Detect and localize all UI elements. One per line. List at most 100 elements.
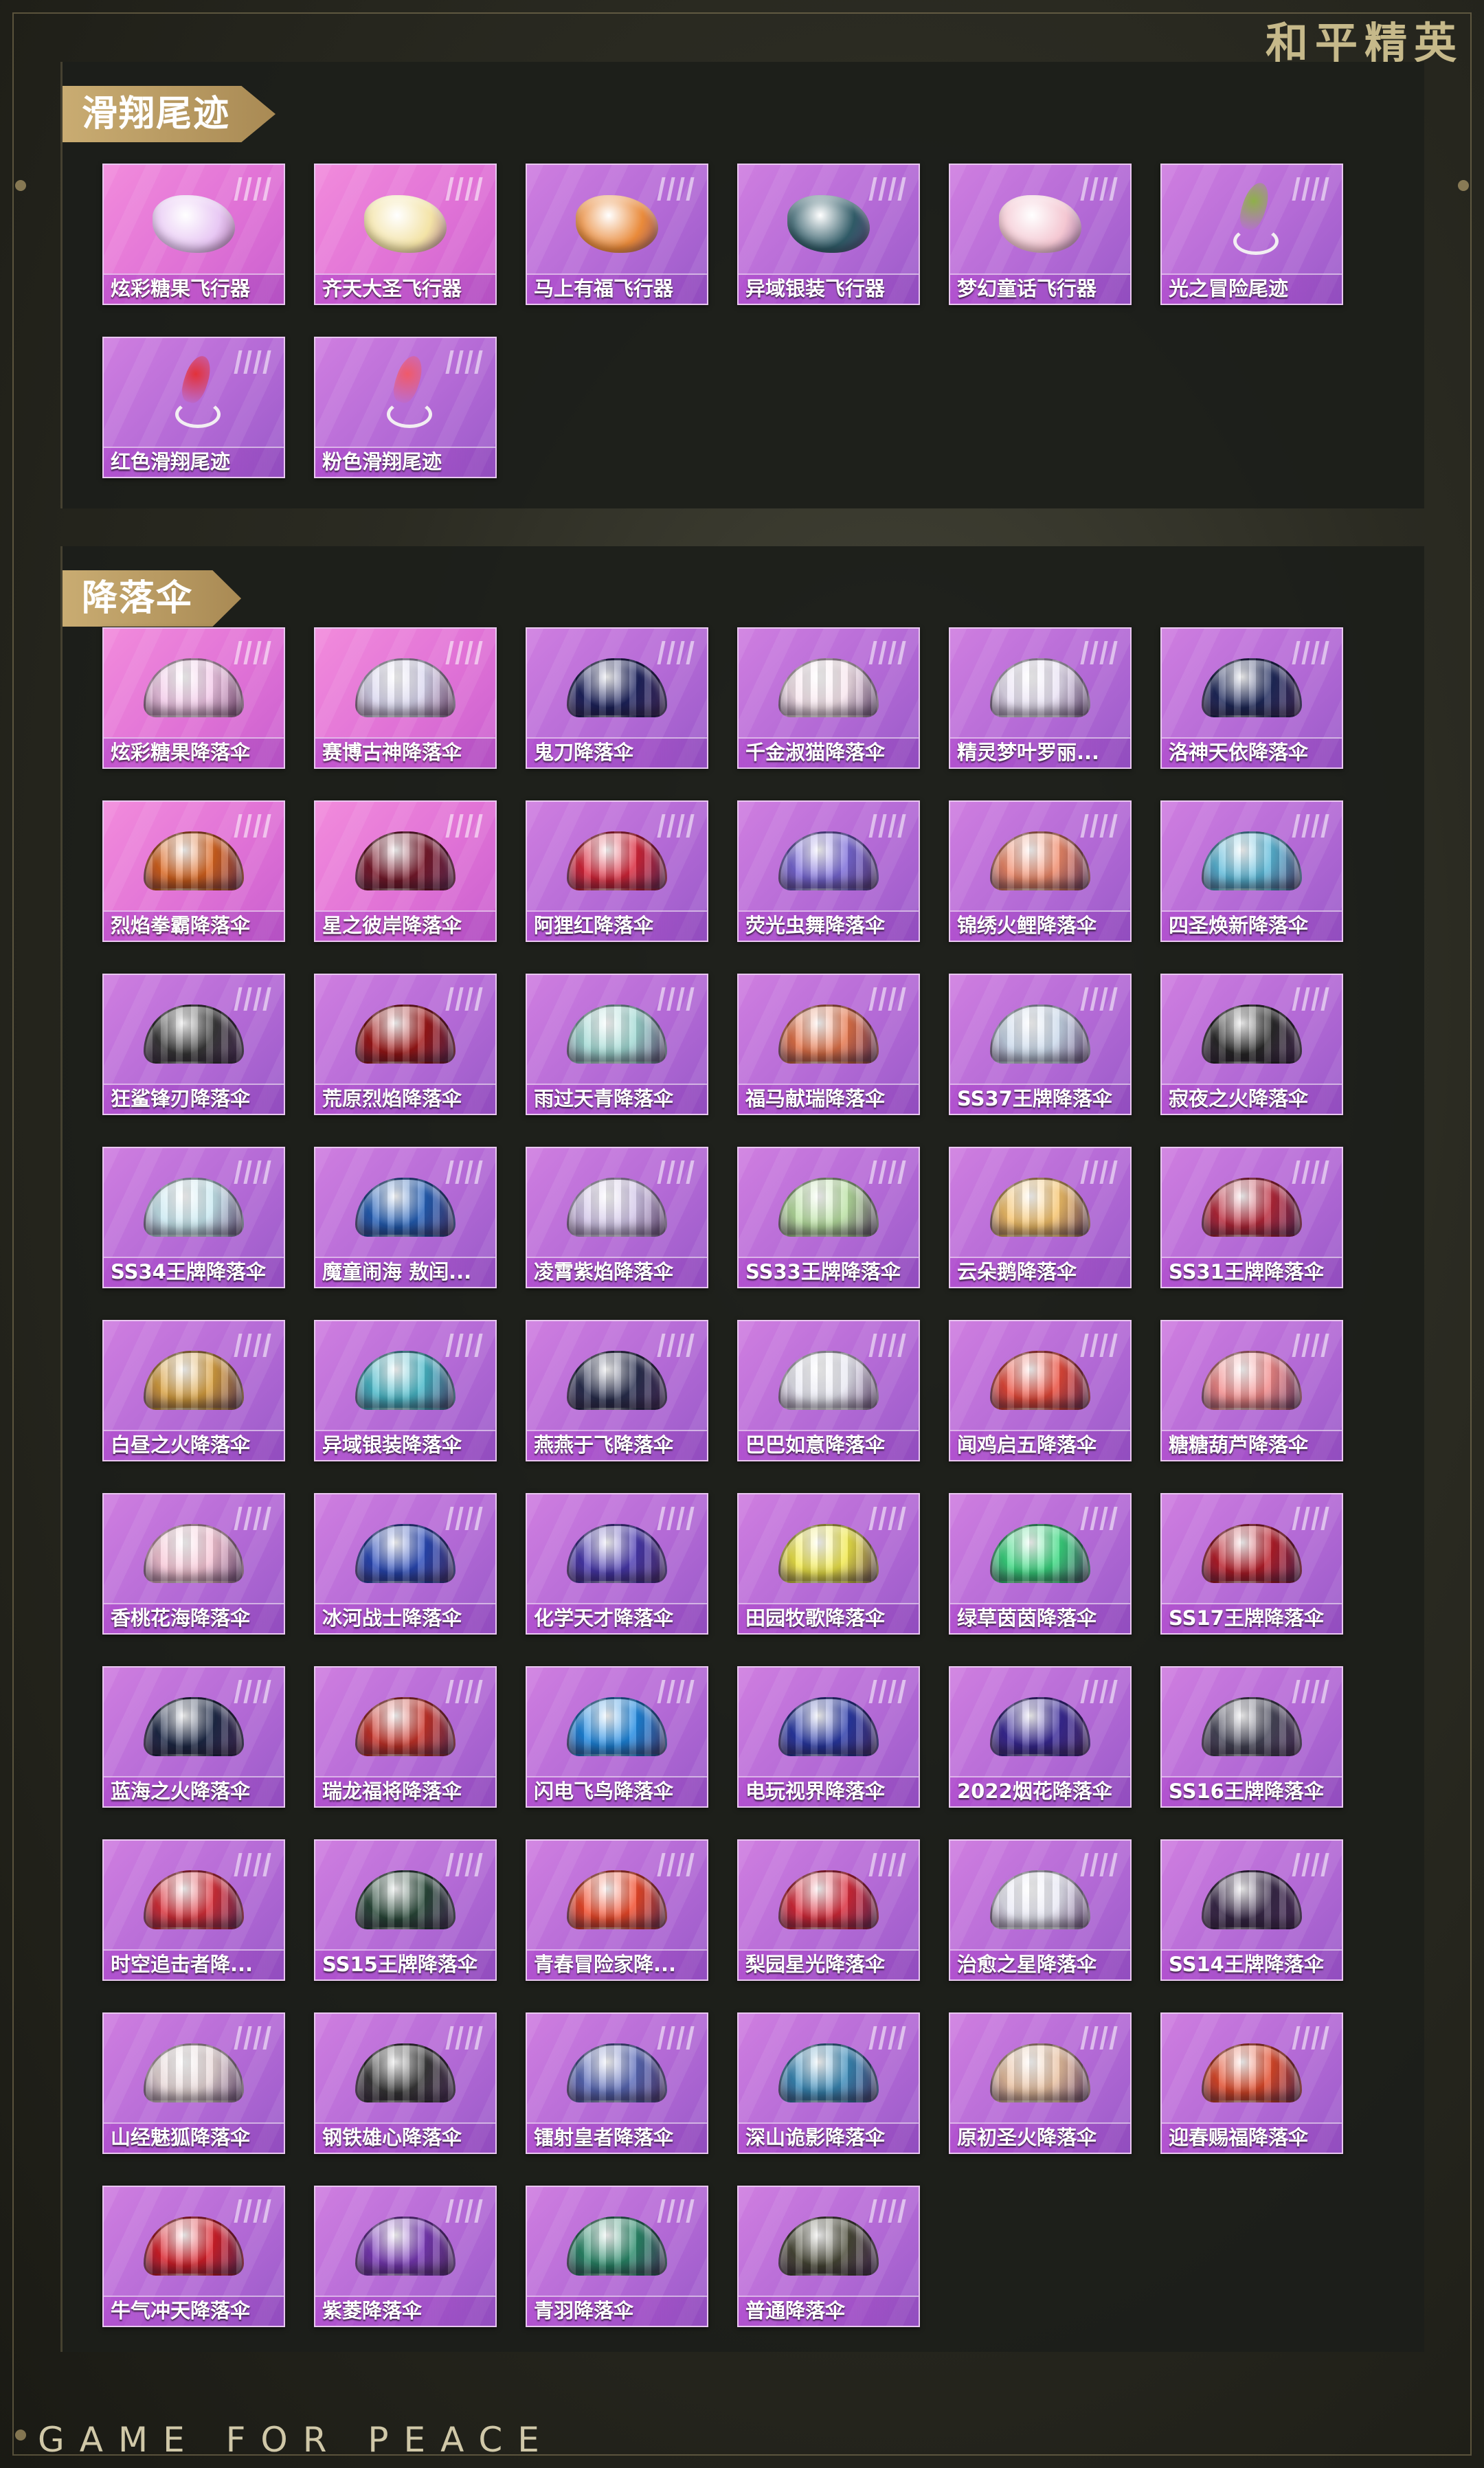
parachute-icon	[778, 1697, 879, 1756]
item-card[interactable]: 烈焰拳霸降落伞	[102, 800, 285, 942]
parachute-icon	[567, 658, 667, 717]
item-card[interactable]: 电玩视界降落伞	[737, 1666, 920, 1808]
item-label: 齐天大圣飞行器	[322, 277, 462, 300]
item-card[interactable]: 迎春赐福降落伞	[1160, 2012, 1343, 2154]
item-card[interactable]: 雨过天青降落伞	[526, 974, 708, 1115]
item-card[interactable]: 炫彩糖果飞行器	[102, 164, 285, 305]
item-card[interactable]: 山经魅狐降落伞	[102, 2012, 285, 2154]
item-label: 魔童闹海 敖闰...	[322, 1260, 472, 1283]
parachute-icon	[778, 831, 879, 890]
parachute-icon	[567, 1697, 667, 1756]
item-card[interactable]: SS16王牌降落伞	[1160, 1666, 1343, 1808]
item-card[interactable]: 化学天才降落伞	[526, 1493, 708, 1635]
item-card[interactable]: 魔童闹海 敖闰...	[314, 1147, 497, 1288]
item-card[interactable]: 精灵梦叶罗丽...	[949, 627, 1132, 769]
parachute-icon	[567, 2217, 667, 2276]
item-card[interactable]: 绿草茵茵降落伞	[949, 1493, 1132, 1635]
item-card[interactable]: 蓝海之火降落伞	[102, 1666, 285, 1808]
item-card[interactable]: 洛神天依降落伞	[1160, 627, 1343, 769]
item-card[interactable]: 青春冒险家降...	[526, 1839, 708, 1981]
parachute-icon	[778, 2217, 879, 2276]
item-card[interactable]: 马上有福飞行器	[526, 164, 708, 305]
item-label: SS34王牌降落伞	[111, 1260, 266, 1283]
item-card[interactable]: SS15王牌降落伞	[314, 1839, 497, 1981]
item-card[interactable]: 燕燕于飞降落伞	[526, 1320, 708, 1461]
item-card[interactable]: 普通降落伞	[737, 2186, 920, 2327]
rarity-bars	[868, 177, 906, 201]
item-card[interactable]: SS33王牌降落伞	[737, 1147, 920, 1288]
item-card[interactable]: 梨园星光降落伞	[737, 1839, 920, 1981]
item-card[interactable]: 冰河战士降落伞	[314, 1493, 497, 1635]
item-card[interactable]: 凌霄紫焰降落伞	[526, 1147, 708, 1288]
item-card[interactable]: 红色滑翔尾迹	[102, 337, 285, 478]
parachute-icon	[144, 1524, 244, 1583]
item-card[interactable]: 瑞龙福将降落伞	[314, 1666, 497, 1808]
item-card[interactable]: 鬼刀降落伞	[526, 627, 708, 769]
item-card[interactable]: 2022烟花降落伞	[949, 1666, 1132, 1808]
item-card[interactable]: 原初圣火降落伞	[949, 2012, 1132, 2154]
item-card[interactable]: SS34王牌降落伞	[102, 1147, 285, 1288]
item-label: 田园牧歌降落伞	[745, 1606, 886, 1630]
item-card[interactable]: 荧光虫舞降落伞	[737, 800, 920, 942]
item-card[interactable]: SS17王牌降落伞	[1160, 1493, 1343, 1635]
item-card[interactable]: 深山诡影降落伞	[737, 2012, 920, 2154]
rarity-bars	[868, 814, 906, 838]
item-card[interactable]: 炫彩糖果降落伞	[102, 627, 285, 769]
parachute-icon	[990, 1524, 1090, 1583]
item-card[interactable]: 镭射皇者降落伞	[526, 2012, 708, 2154]
item-card[interactable]: 青羽降落伞	[526, 2186, 708, 2327]
item-card[interactable]: 寂夜之火降落伞	[1160, 974, 1343, 1115]
item-card[interactable]: 紫菱降落伞	[314, 2186, 497, 2327]
item-card[interactable]: 梦幻童话飞行器	[949, 164, 1132, 305]
parachute-icon	[778, 1870, 879, 1929]
item-card[interactable]: SS37王牌降落伞	[949, 974, 1132, 1115]
item-card[interactable]: 千金淑猫降落伞	[737, 627, 920, 769]
parachute-icon	[1202, 1005, 1302, 1064]
item-card[interactable]: 锦绣火鲤降落伞	[949, 800, 1132, 942]
item-label: 瑞龙福将降落伞	[322, 1780, 462, 1803]
item-card[interactable]: 闪电飞鸟降落伞	[526, 1666, 708, 1808]
item-card[interactable]: 狂鲨锋刃降落伞	[102, 974, 285, 1115]
item-card[interactable]: 荒原烈焰降落伞	[314, 974, 497, 1115]
item-card[interactable]: 钢铁雄心降落伞	[314, 2012, 497, 2154]
item-card[interactable]: 巴巴如意降落伞	[737, 1320, 920, 1461]
rarity-bars	[1080, 2026, 1118, 2050]
rarity-bars	[657, 1334, 695, 1357]
parachute-icon	[144, 1870, 244, 1929]
item-label: 鬼刀降落伞	[534, 741, 634, 764]
item-card[interactable]: 异域银装飞行器	[737, 164, 920, 305]
rarity-bars	[234, 350, 271, 374]
item-grid: 炫彩糖果降落伞 赛博古神降落伞 鬼刀降落伞 千金淑猫降落伞 精灵梦叶罗丽... 洛神天依降…	[102, 627, 1343, 2327]
decor-dot	[15, 180, 26, 191]
item-card[interactable]: 白昼之火降落伞	[102, 1320, 285, 1461]
item-card[interactable]: 粉色滑翔尾迹	[314, 337, 497, 478]
parachute-icon	[567, 831, 667, 890]
item-card[interactable]: 福马献瑞降落伞	[737, 974, 920, 1115]
item-card[interactable]: 闻鸡启五降落伞	[949, 1320, 1132, 1461]
item-card[interactable]: 星之彼岸降落伞	[314, 800, 497, 942]
parachute-icon	[355, 1870, 456, 1929]
rarity-bars	[868, 641, 906, 664]
item-card[interactable]: 异域银装降落伞	[314, 1320, 497, 1461]
rarity-bars	[445, 1680, 483, 1703]
item-card[interactable]: 香桃花海降落伞	[102, 1493, 285, 1635]
item-label: 治愈之星降落伞	[957, 1953, 1097, 1976]
rarity-bars	[868, 2026, 906, 2050]
item-card[interactable]: 齐天大圣飞行器	[314, 164, 497, 305]
rarity-bars	[234, 814, 271, 838]
item-card[interactable]: 光之冒险尾迹	[1160, 164, 1343, 305]
rarity-bars	[1292, 1853, 1329, 1876]
item-card[interactable]: 治愈之星降落伞	[949, 1839, 1132, 1981]
item-card[interactable]: SS31王牌降落伞	[1160, 1147, 1343, 1288]
item-card[interactable]: 糖糖葫芦降落伞	[1160, 1320, 1343, 1461]
item-card[interactable]: 阿狸红降落伞	[526, 800, 708, 942]
item-label: 燕燕于飞降落伞	[534, 1433, 674, 1457]
item-card[interactable]: SS14王牌降落伞	[1160, 1839, 1343, 1981]
item-card[interactable]: 牛气冲天降落伞	[102, 2186, 285, 2327]
item-card[interactable]: 田园牧歌降落伞	[737, 1493, 920, 1635]
item-card[interactable]: 赛博古神降落伞	[314, 627, 497, 769]
item-label: 锦绣火鲤降落伞	[957, 914, 1097, 937]
item-card[interactable]: 时空追击者降...	[102, 1839, 285, 1981]
item-card[interactable]: 云朵鹅降落伞	[949, 1147, 1132, 1288]
item-card[interactable]: 四圣焕新降落伞	[1160, 800, 1343, 942]
